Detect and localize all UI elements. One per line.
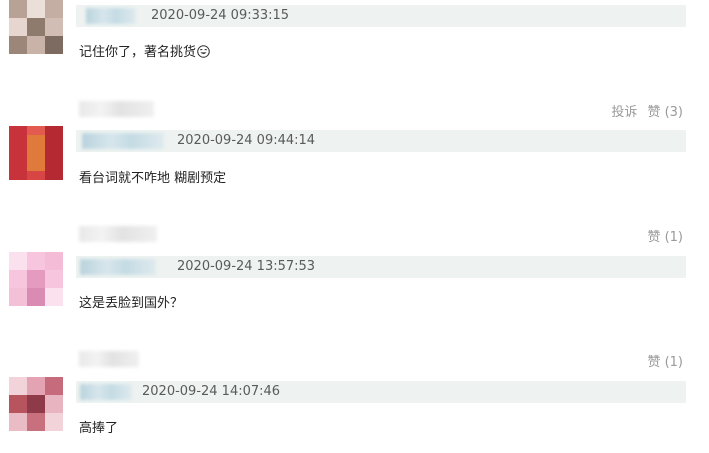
comment-text: 高捧了	[79, 421, 119, 436]
username[interactable]	[80, 259, 156, 275]
username[interactable]	[82, 133, 164, 149]
avatar[interactable]	[9, 0, 63, 54]
comment-item: 赞 (1) 2020-09-24 14:07:46 高捧了	[0, 348, 709, 453]
report-link[interactable]: 投诉	[611, 105, 637, 120]
comment-timestamp: 2020-09-24 14:07:46	[142, 384, 281, 399]
comment-meta: 2020-09-24 09:33:15	[76, 5, 686, 27]
comment-timestamp: 2020-09-24 13:57:53	[177, 259, 316, 274]
comment-meta: 2020-09-24 13:57:53	[76, 256, 686, 278]
reply-username[interactable]	[79, 101, 154, 117]
avatar[interactable]	[9, 377, 63, 431]
avatar[interactable]	[9, 252, 63, 306]
like-button[interactable]: 赞 (1)	[647, 355, 683, 370]
reply-username[interactable]	[79, 226, 157, 242]
comment-text: 看台词就不咋地 糊剧预定	[79, 171, 227, 186]
reply-username[interactable]	[79, 351, 139, 367]
like-button[interactable]: 赞 (3)	[647, 105, 683, 120]
avatar-image	[9, 0, 63, 54]
smiley-face-icon	[197, 45, 210, 58]
comment-list: 2020-09-24 09:33:15 记住你了，著名挑货 投诉赞 (3) 20…	[0, 0, 709, 453]
comment-text: 记住你了，著名挑货	[79, 44, 210, 62]
comment-text-body: 记住你了，著名挑货	[79, 45, 197, 60]
comment-actions: 赞 (1)	[647, 355, 683, 371]
avatar-image	[9, 126, 63, 180]
comment-item: 投诉赞 (3) 2020-09-24 09:44:14 看台词就不咋地 糊剧预定	[0, 98, 709, 208]
username[interactable]	[80, 384, 132, 400]
comment-actions: 赞 (1)	[647, 230, 683, 246]
avatar-image	[9, 377, 63, 431]
username[interactable]	[86, 8, 136, 24]
comment-timestamp: 2020-09-24 09:44:14	[177, 133, 316, 148]
comment-item: 2020-09-24 09:33:15 记住你了，著名挑货	[0, 0, 709, 80]
like-button[interactable]: 赞 (1)	[647, 230, 683, 245]
avatar[interactable]	[9, 126, 63, 180]
comment-meta: 2020-09-24 14:07:46	[76, 381, 686, 403]
comment-actions: 投诉赞 (3)	[611, 105, 683, 121]
avatar-image	[9, 252, 63, 306]
comment-timestamp: 2020-09-24 09:33:15	[151, 8, 290, 23]
comment-text: 这是丢脸到国外？	[79, 296, 184, 311]
comment-meta: 2020-09-24 09:44:14	[76, 130, 686, 152]
comment-item: 赞 (1) 2020-09-24 13:57:53 这是丢脸到国外？	[0, 223, 709, 333]
